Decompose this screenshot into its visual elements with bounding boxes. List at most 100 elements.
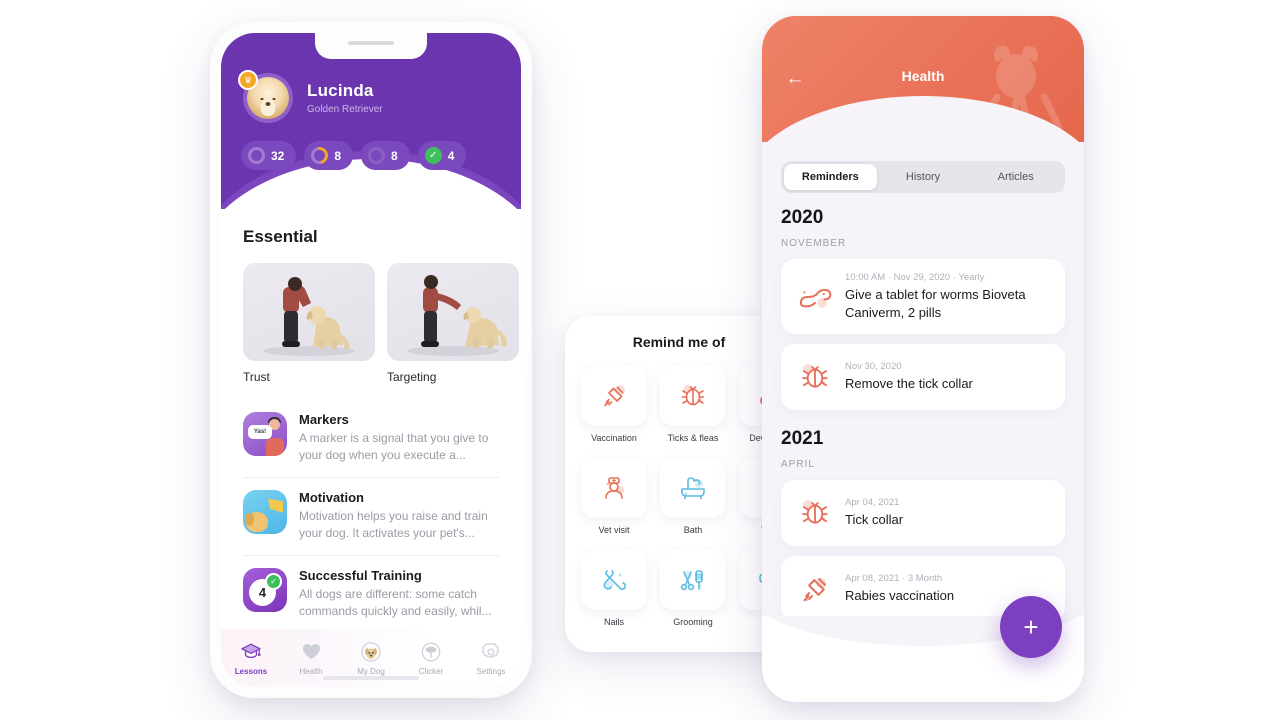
remind-option-label: Vaccination: [591, 433, 637, 443]
stat-value: 8: [391, 148, 398, 163]
reminder-meta: Nov 30, 2020: [845, 361, 902, 373]
syringe-icon: [795, 569, 835, 609]
lesson-grid: Trust Targeting: [243, 263, 519, 384]
tab-settings[interactable]: Settings: [461, 641, 521, 676]
motivation-icon: [243, 489, 287, 534]
remind-option-label: Bath: [683, 525, 703, 535]
training-icon: 4 ✓: [243, 567, 287, 612]
lesson-thumbnail: [243, 263, 375, 361]
pet-breed: Golden Retriever: [307, 104, 383, 115]
stat-pill-progress[interactable]: 8: [304, 141, 354, 170]
remind-option-label: Nails: [603, 617, 624, 627]
reminder-text-block: Apr 04, 2021 Tick collar: [845, 497, 903, 529]
reminder-group-2020: 2020 NOVEMBER 10:00 AM · Nov 29, 2020 · …: [781, 207, 1065, 411]
list-item-text: Motivation Motivation helps you raise an…: [299, 490, 499, 543]
tab-label: Health: [299, 666, 323, 676]
check-icon: ✓: [265, 572, 282, 590]
stat-pill-total[interactable]: 32: [241, 141, 297, 170]
list-item[interactable]: 4 ✓ Successful Training All dogs are dif…: [243, 556, 499, 633]
avatar[interactable]: ♛: [238, 70, 293, 123]
tab-label: Clicker: [418, 666, 444, 676]
lesson-card-trust[interactable]: Trust: [243, 263, 375, 384]
tab-label: Lessons: [234, 666, 268, 676]
motivation-ear: [245, 512, 254, 526]
phone-notch: [315, 33, 427, 59]
check-circle-icon: ✓: [424, 147, 442, 164]
lesson-thumbnail: [387, 263, 519, 361]
pet-name: Lucinda: [307, 81, 374, 100]
tab-health[interactable]: Health: [281, 641, 341, 676]
add-reminder-button[interactable]: +: [1000, 596, 1062, 658]
remind-option-vet-visit[interactable]: Vet visit: [581, 458, 647, 535]
list-item-text: Markers A marker is a signal that you gi…: [299, 412, 499, 465]
stat-value: 8: [334, 148, 342, 163]
tab-history[interactable]: History: [877, 164, 970, 190]
motivation-food: [268, 498, 283, 513]
left-phone-screen: ♛ Lucinda Golden Retriever 32 8 8 ✓ 4 Es…: [221, 33, 521, 687]
reminder-title: Tick collar: [845, 512, 904, 528]
tab-lessons[interactable]: Lessons: [221, 641, 281, 676]
reminder-card[interactable]: Nov 30, 2020 Remove the tick collar: [781, 344, 1065, 411]
gear-icon: [461, 641, 521, 663]
remind-card-title: Remind me of: [632, 334, 726, 350]
dog-face-icon: [341, 641, 401, 663]
reminders-list: 2020 NOVEMBER 10:00 AM · Nov 29, 2020 · …: [762, 201, 1084, 623]
list-item-title: Successful Training: [299, 567, 422, 583]
graduation-cap-icon: [221, 641, 281, 663]
remind-option-label: Vet visit: [598, 525, 630, 535]
stats-row: 32 8 8 ✓ 4: [241, 141, 467, 170]
tab-clicker[interactable]: Clicker: [401, 641, 461, 676]
page-title: Health: [901, 68, 945, 84]
list-item-desc: All dogs are different: some catch comma…: [299, 586, 492, 618]
screenshot-stage: ♛ Lucinda Golden Retriever 32 8 8 ✓ 4 Es…: [0, 0, 1280, 720]
reminder-card[interactable]: 10:00 AM · Nov 29, 2020 · Yearly Give a …: [781, 259, 1065, 335]
health-header: ← Health: [762, 16, 1084, 142]
group-year: 2020: [781, 207, 824, 228]
doctor-icon: [581, 458, 647, 518]
remind-option-label: Grooming: [673, 617, 713, 627]
crown-icon: ♛: [238, 70, 258, 90]
tab-label: Settings: [476, 666, 506, 676]
scissors-comb-icon: [660, 550, 726, 610]
list-item[interactable]: Motivation Motivation helps you raise an…: [243, 478, 499, 556]
group-year: 2021: [781, 428, 824, 450]
pet-profile[interactable]: ♛ Lucinda Golden Retriever: [238, 70, 383, 123]
remind-me-of-card: Remind me of Vaccination Ticks & fleas V…: [565, 316, 793, 652]
reminder-text-block: Apr 08, 2021 · 3 Month Rabies vaccinatio…: [845, 573, 954, 605]
stat-pill-pending[interactable]: 8: [361, 141, 410, 170]
reminder-text-block: Nov 30, 2020 Remove the tick collar: [845, 361, 973, 393]
bug-icon: [660, 366, 726, 426]
right-phone-screen: ← Health Reminders History Articles 2020…: [762, 16, 1084, 702]
remind-option-vaccination[interactable]: Vaccination: [581, 366, 647, 443]
remind-option-bath[interactable]: Bath: [660, 458, 726, 535]
list-item-title: Motivation: [299, 489, 364, 505]
remind-option-ticks-fleas[interactable]: Ticks & fleas: [660, 366, 726, 443]
list-item-desc: Motivation helps you raise and train you…: [299, 508, 488, 541]
worm-icon: [795, 277, 835, 317]
reminder-meta: Apr 08, 2021 · 3 Month: [845, 573, 943, 585]
ring-faded-icon: [368, 147, 386, 164]
tab-my-dog[interactable]: My Dog: [341, 641, 401, 676]
lesson-list: Yas! Markers A marker is a signal that y…: [243, 400, 499, 632]
reminder-title: Remove the tick collar: [845, 376, 973, 392]
lesson-card-targeting[interactable]: Targeting: [387, 263, 519, 384]
section-title: Essential: [243, 227, 318, 246]
tab-label: My Dog: [357, 666, 385, 676]
stat-pill-completed[interactable]: ✓ 4: [417, 141, 467, 170]
tab-articles[interactable]: Articles: [969, 164, 1062, 190]
reminder-card[interactable]: Apr 04, 2021 Tick collar: [781, 480, 1065, 547]
stat-value: 32: [271, 148, 285, 163]
ring-progress-icon: [308, 143, 332, 168]
list-item-title: Markers: [299, 412, 349, 427]
reminder-title: Give a tablet for worms Bioveta Caniverm…: [845, 287, 1026, 320]
reminder-text-block: 10:00 AM · Nov 29, 2020 · Yearly Give a …: [845, 272, 1051, 321]
stat-value: 4: [447, 148, 455, 163]
clicker-icon: [401, 641, 461, 663]
lessons-content: Essential Trust Targeting Yas! Markers A…: [221, 227, 521, 633]
profile-hero: ♛ Lucinda Golden Retriever 32 8 8 ✓ 4: [221, 33, 521, 209]
tab-reminders[interactable]: Reminders: [784, 164, 877, 190]
list-item[interactable]: Yas! Markers A marker is a signal that y…: [243, 400, 499, 478]
remind-option-nails[interactable]: Nails: [581, 550, 647, 627]
remind-option-grooming[interactable]: Grooming: [660, 550, 726, 627]
targeting-illustration: [407, 275, 507, 356]
